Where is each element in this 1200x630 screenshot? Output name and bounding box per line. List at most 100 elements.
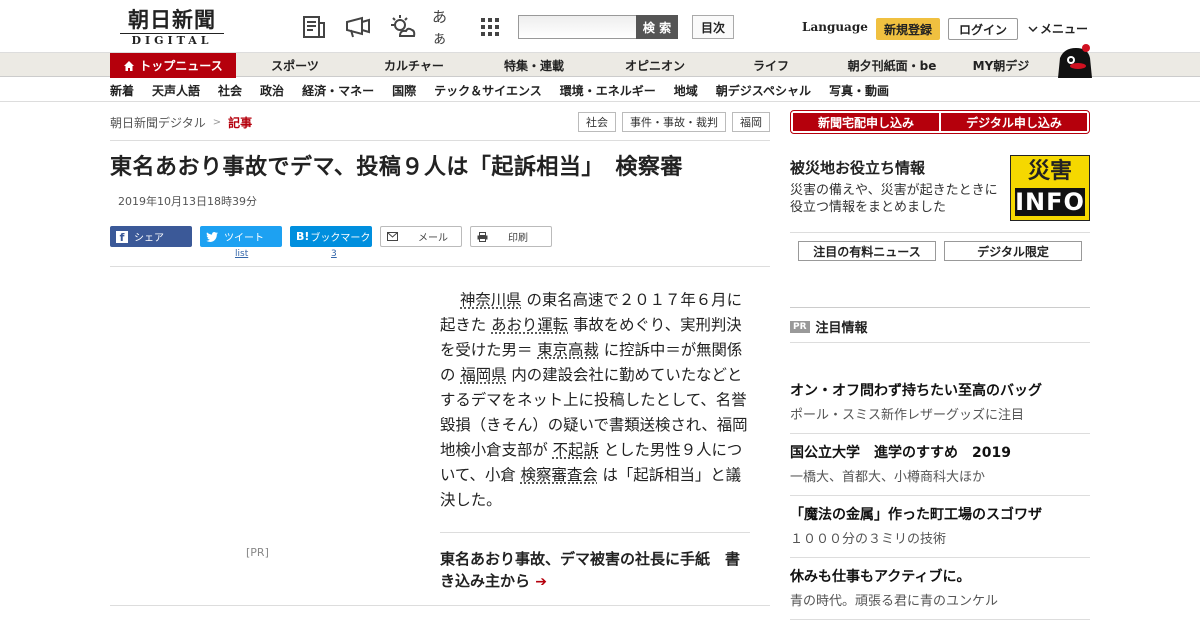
nav-features[interactable]: 特集・連載 [474,53,594,78]
signup-button[interactable]: 新規登録 [876,18,940,40]
nav-top-news-label: トップニュース [139,59,223,73]
breadcrumb-home[interactable]: 朝日新聞デジタル [110,114,206,131]
mail-share-label: メール [418,233,448,244]
ad-title: 「魔法の金属」作った町工場のスゴワザ [790,507,1042,523]
logo-sub-text: DIGITAL [120,33,224,47]
keyword-link[interactable]: 不起訴 [553,441,599,459]
list-item[interactable]: 国公立大学 進学のすすめ 2019 一橋大、首都大、小樽商科大ほか [790,434,1090,496]
twitter-icon [206,231,218,242]
nav-opinion[interactable]: オピニオン [594,53,716,78]
list-item[interactable]: 「魔法の金属」作った町工場のスゴワザ １０００分の３ミリの技術 [790,496,1090,558]
toc-button[interactable]: 目次 [692,15,734,39]
disaster-logo-bottom: INFO [1015,188,1085,216]
hatena-count[interactable]: 3 [331,249,337,259]
nav-culture[interactable]: カルチャー [354,53,474,78]
facebook-icon: f [116,230,128,244]
facebook-share-button[interactable]: f シェア [110,226,192,247]
home-icon [124,60,135,71]
search-box: 検 索 [518,15,678,39]
subnav-item[interactable]: 政治 [260,82,284,99]
disaster-logo-top: 災害 [1027,159,1072,184]
article-timestamp: 2019年10月13日18時39分 [118,195,257,208]
main-nav: トップニュース スポーツ カルチャー 特集・連載 オピニオン ライフ 朝夕刊紙面… [0,52,1200,78]
keyword-link[interactable]: 神奈川県 [460,291,522,309]
keyword-link[interactable]: 福岡県 [460,366,506,384]
share-buttons: f シェア ツイート B! ブックマーク メール 印刷 [110,226,552,247]
subnav-item[interactable]: 社会 [218,82,242,99]
ad-subtitle: 青の時代。頑張る君に青のユンケル [790,594,999,609]
megaphone-icon[interactable] [344,13,372,41]
subnav-item[interactable]: 地域 [674,82,698,99]
nav-top-news[interactable]: トップニュース [110,53,236,78]
article-tags: 社会 事件・事故・裁判 福岡 [578,112,770,132]
keyword-link[interactable]: 検察審査会 [521,466,598,484]
language-link[interactable]: Language [802,20,868,34]
subscribe-buttons: 新聞宅配申し込み デジタル申し込み [790,110,1090,134]
divider [790,307,1090,308]
related-article-title: 東名あおり事故、デマ被害の社長に手紙 書き込み主から [440,550,741,590]
keyword-link[interactable]: 東京高裁 [537,341,599,359]
ad-subtitle: ポール・スミス新作レザーグッズに注目 [790,408,1025,423]
pr-badge: PR [790,320,810,333]
search-button[interactable]: 検 索 [636,15,678,39]
login-button[interactable]: ログイン [948,18,1018,40]
divider [790,232,1090,233]
twitter-count[interactable]: list [235,249,248,259]
mail-icon [387,232,398,241]
tag-link[interactable]: 事件・事故・裁判 [622,112,726,132]
printer-icon [477,231,488,242]
divider [110,605,770,606]
disaster-info-desc: 災害の備えや、災害が起きたときに役立つ情報をまとめました [790,183,998,215]
tab-paid-news[interactable]: 注目の有料ニュース [798,241,936,261]
pr-label: [PR] [246,546,269,559]
ad-title: 国公立大学 進学のすすめ 2019 [790,445,1011,461]
subnav-item[interactable]: 天声人語 [152,82,200,99]
disaster-info-logo[interactable]: 災害 INFO [1010,155,1090,221]
subnav-item[interactable]: 国際 [392,82,416,99]
list-item[interactable]: オン・オフ問わず持ちたい至高のバッグ ポール・スミス新作レザーグッズに注目 [790,372,1090,434]
tag-link[interactable]: 社会 [578,112,616,132]
search-input[interactable] [518,15,636,39]
nav-sports[interactable]: スポーツ [236,53,354,78]
site-logo[interactable]: 朝日新聞 DIGITAL [112,8,232,48]
nav-paper[interactable]: 朝夕刊紙面・be [826,53,958,78]
nav-life[interactable]: ライフ [716,53,826,78]
subnav-item[interactable]: 写真・動画 [829,82,889,99]
menu-button[interactable]: メニュー [1028,20,1088,37]
hatena-icon: B! [296,230,310,243]
menu-label: メニュー [1040,22,1089,36]
grid-menu-icon[interactable] [476,13,504,41]
subnav-item[interactable]: 朝デジスペシャル [716,82,811,99]
pr-list: オン・オフ問わず持ちたい至高のバッグ ポール・スミス新作レザーグッズに注目 国公… [790,372,1090,620]
twitter-share-button[interactable]: ツイート [200,226,282,247]
related-article-link[interactable]: 東名あおり事故、デマ被害の社長に手紙 書き込み主から ➔ [440,548,750,593]
pr-section-title: 注目情報 [815,321,868,336]
newspaper-icon[interactable] [300,13,328,41]
list-item[interactable]: 休みも仕事もアクティブに。 青の時代。頑張る君に青のユンケル [790,558,1090,620]
print-button[interactable]: 印刷 [470,226,552,247]
tag-link[interactable]: 福岡 [732,112,770,132]
site-header: 朝日新聞 DIGITAL あぁ 検 索 目次 Language 新規登録 ログイ… [0,0,1200,52]
subnav-item[interactable]: 経済・マネー [302,82,374,99]
hatena-bookmark-button[interactable]: B! ブックマーク [290,226,372,247]
tab-digital-only[interactable]: デジタル限定 [944,241,1082,261]
newspaper-subscribe-button[interactable]: 新聞宅配申し込み [793,113,939,131]
weather-icon[interactable] [388,13,416,41]
article-body: 神奈川県 の東名高速で２０１７年６月に起きた あおり運転 事故をめぐり、実刑判決… [440,288,750,513]
digital-subscribe-button[interactable]: デジタル申し込み [941,113,1087,131]
mail-share-button[interactable]: メール [380,226,462,247]
subnav-item[interactable]: 新着 [110,82,134,99]
pr-section-header: PR 注目情報 [790,317,868,336]
subnav-item[interactable]: テック＆サイエンス [434,82,542,99]
breadcrumb-current: 記事 [228,116,253,130]
ad-title: 休みも仕事もアクティブに。 [790,569,971,585]
nav-my-asadigi[interactable]: MY朝デジ [958,53,1044,78]
keyword-link[interactable]: あおり運転 [491,316,568,334]
divider [790,342,1090,343]
subnav-item[interactable]: 環境・エネルギー [560,82,656,99]
font-size-icon[interactable]: あぁ [432,8,460,47]
disaster-info-title[interactable]: 被災地お役立ち情報 [790,157,925,178]
ad-subtitle: １０００分の３ミリの技術 [790,532,947,547]
divider [110,266,770,267]
arrow-right-icon: ➔ [535,574,547,590]
